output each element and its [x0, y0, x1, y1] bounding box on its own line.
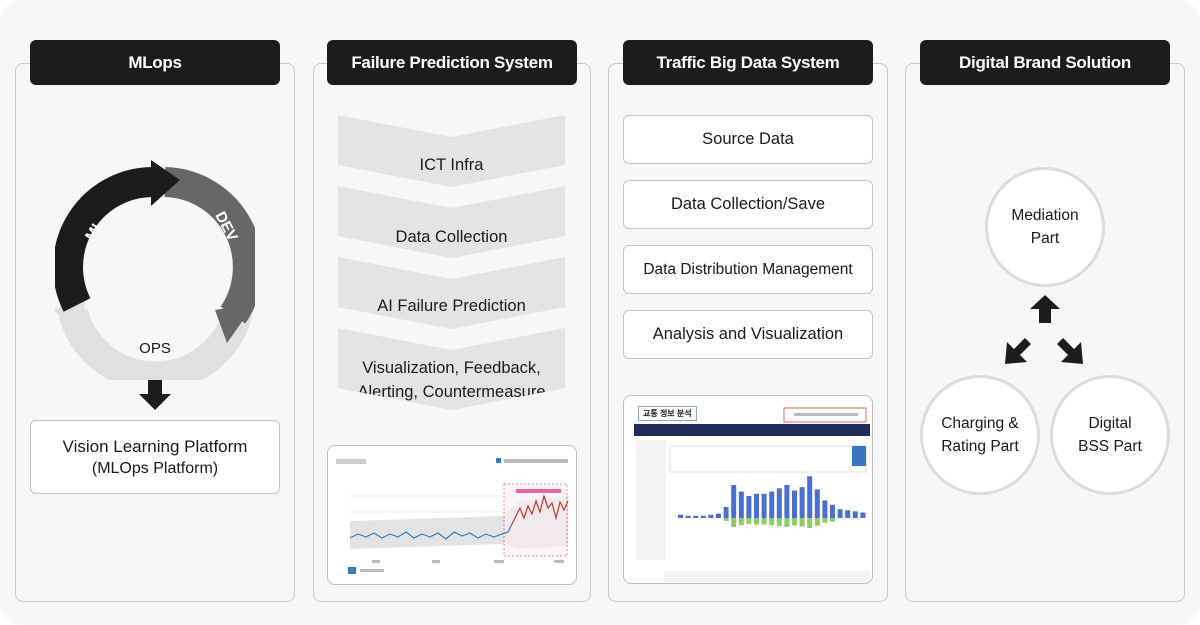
- digital-bss-part: Digital BSS Part: [1050, 375, 1170, 495]
- thumb-bar-negative: [769, 518, 775, 526]
- thumb-bar-negative: [776, 518, 782, 527]
- thumb-bar: [784, 485, 790, 518]
- thumb-bar: [852, 511, 858, 518]
- thumb-bar: [731, 485, 737, 518]
- thumb-bar: [700, 515, 706, 518]
- thumb-bar: [708, 514, 714, 518]
- thumb-bar: [807, 476, 813, 518]
- arrow-down-left-icon: [1005, 338, 1031, 364]
- traffic-title: Traffic Big Data System: [623, 40, 873, 85]
- mlops-title: MLops: [30, 40, 280, 85]
- thumb-bar: [776, 488, 782, 518]
- anomaly-chart-image: [336, 458, 570, 574]
- thumb-bar: [754, 493, 759, 518]
- thumb-bar-negative: [799, 518, 805, 527]
- thumb-bar: [685, 515, 691, 518]
- thumb-bar: [792, 490, 797, 518]
- mediation-part: Mediation Part: [985, 167, 1105, 287]
- thumb-bar: [723, 507, 729, 518]
- thumb-bar: [837, 509, 843, 518]
- traffic-dashboard-image: [634, 407, 870, 583]
- arrow-down-icon: [139, 380, 171, 410]
- thumb-bar-negative: [761, 518, 767, 525]
- thumb-bar-negative: [738, 518, 744, 526]
- thumb-bar-negative: [814, 518, 820, 526]
- step-data-collection-save: Data Collection/Save: [623, 180, 873, 229]
- thumb-bar-negative: [830, 518, 835, 522]
- thumb-bar: [799, 487, 805, 518]
- thumb-bar-negative: [822, 518, 828, 523]
- step-data-distribution: Data Distribution Management: [623, 245, 873, 294]
- anomaly-chart-screenshot: [327, 445, 577, 585]
- vision-learning-platform-box: Vision Learning Platform (MLOps Platform…: [30, 420, 280, 494]
- thumb-bar-negative: [754, 518, 759, 525]
- thumb-bar: [746, 496, 752, 518]
- thumb-bar: [678, 514, 683, 518]
- thumb-bar: [814, 489, 820, 518]
- thumb-bar: [716, 513, 721, 518]
- failure-title: Failure Prediction System: [327, 40, 577, 85]
- digital-title: Digital Brand Solution: [920, 40, 1170, 85]
- thumb-bar-negative: [807, 518, 813, 528]
- arrow-up-icon: [1030, 295, 1060, 323]
- mlops-cycle-diagram: ML DEV OPS: [55, 160, 255, 380]
- thumb-bar: [761, 493, 767, 518]
- thumb-bar: [769, 491, 775, 518]
- thumb-bar-negative: [731, 518, 737, 527]
- thumb-bar-negative: [746, 518, 752, 524]
- thumb-bar: [845, 510, 851, 518]
- thumb-bar-negative: [723, 518, 729, 521]
- thumb-bar-negative: [792, 518, 797, 526]
- thumb-bar: [860, 512, 866, 518]
- screenshot-label: 교통 정보 분석: [638, 406, 697, 421]
- ml-arc: [55, 166, 156, 312]
- thumb-bar-negative: [784, 518, 790, 527]
- dev-arc: [164, 167, 255, 324]
- thumb-bar: [822, 500, 828, 518]
- digital-panel: [905, 63, 1185, 602]
- thumb-bar: [830, 504, 835, 518]
- ops-label: OPS: [139, 340, 171, 357]
- platform-name: Vision Learning Platform: [62, 436, 248, 456]
- ml-arrowhead: [151, 160, 180, 206]
- traffic-dashboard-screenshot: 교통 정보 분석: [623, 395, 873, 584]
- arrow-down-right-icon: [1057, 338, 1083, 364]
- step-analysis-visualization: Analysis and Visualization: [623, 310, 873, 359]
- step-source-data: Source Data: [623, 115, 873, 164]
- charging-rating-part: Charging & Rating Part: [920, 375, 1040, 495]
- thumb-bar: [738, 491, 744, 518]
- thumb-bar: [693, 515, 699, 518]
- platform-subtitle: (MLOps Platform): [91, 459, 219, 477]
